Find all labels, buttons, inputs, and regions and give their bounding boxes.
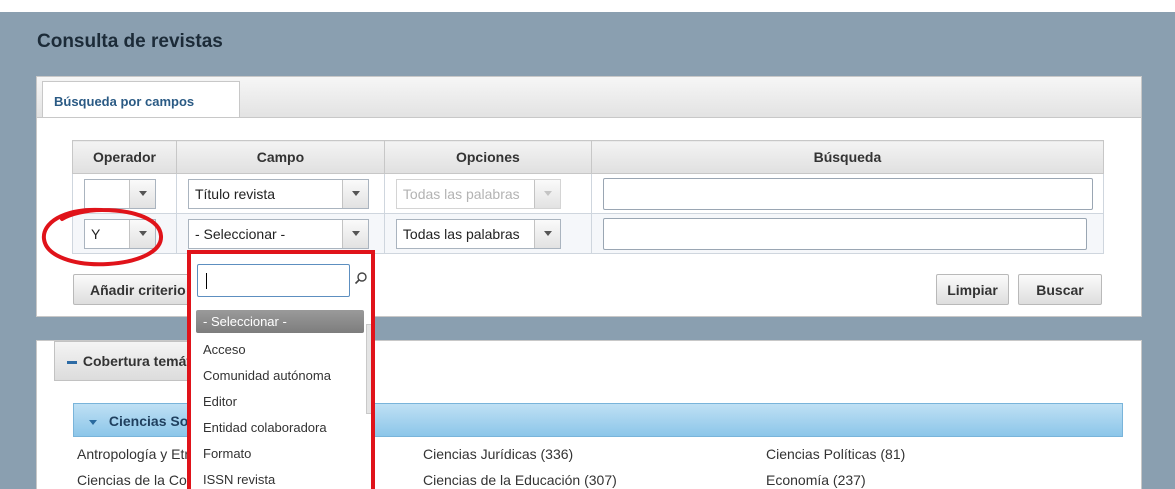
criteria-row: Y - Seleccionar - Todas las palabras <box>72 213 1105 254</box>
field-value: - Seleccionar - <box>194 225 286 242</box>
chevron-down-icon[interactable] <box>129 179 155 208</box>
chevron-down-icon <box>533 179 560 208</box>
options-value: Todas las palabras <box>402 185 520 202</box>
screen: Consulta de revistas Búsqueda por campos… <box>0 0 1175 489</box>
chevron-down-icon[interactable] <box>533 219 560 248</box>
category-link[interactable]: Ciencias Políticas (81) <box>766 446 905 462</box>
dropdown-scrollbar[interactable] <box>366 310 371 489</box>
search-button[interactable]: Buscar <box>1018 274 1102 305</box>
field-select[interactable]: - Seleccionar - <box>187 218 369 249</box>
chevron-down-icon <box>89 419 97 425</box>
options-select: Todas las palabras <box>395 178 561 209</box>
tab-strip: Búsqueda por campos <box>36 76 1142 119</box>
dropdown-option[interactable]: Acceso <box>196 336 364 362</box>
criteria-table: Operador Campo Opciones Búsqueda Título … <box>72 140 1105 254</box>
page-title: Consulta de revistas <box>37 31 223 52</box>
field-dropdown: - Seleccionar - Acceso Comunidad autónom… <box>187 250 375 489</box>
column-header-field: Campo <box>175 140 385 174</box>
criteria-row: Título revista Todas las palabras <box>72 173 1105 214</box>
chevron-down-icon[interactable] <box>341 179 368 208</box>
column-header-options: Opciones <box>383 140 592 174</box>
column-header-operator: Operador <box>72 140 177 174</box>
collapse-icon <box>67 360 77 364</box>
annotation-ellipse <box>41 207 163 267</box>
dropdown-option[interactable]: Entidad colaboradora <box>196 414 364 440</box>
operator-select[interactable] <box>84 178 156 209</box>
clear-button[interactable]: Limpiar <box>936 274 1009 305</box>
text-cursor <box>206 273 207 289</box>
dropdown-option[interactable]: Formato <box>196 440 364 466</box>
category-link[interactable]: Ciencias de la Educación (307) <box>423 472 617 488</box>
search-input[interactable] <box>602 177 1093 210</box>
search-input[interactable] <box>602 217 1087 250</box>
tab-busqueda-por-campos[interactable]: Búsqueda por campos <box>42 81 240 119</box>
scrollbar-thumb[interactable] <box>366 324 371 414</box>
category-link[interactable]: Economía (237) <box>766 472 866 488</box>
field-value: Título revista <box>194 185 276 202</box>
options-select[interactable]: Todas las palabras <box>395 218 561 249</box>
options-value: Todas las palabras <box>402 225 520 242</box>
dropdown-options: - Seleccionar - Acceso Comunidad autónom… <box>196 310 364 489</box>
criteria-header-row: Operador Campo Opciones Búsqueda <box>72 140 1105 174</box>
dropdown-option[interactable]: - Seleccionar - <box>196 310 364 333</box>
category-link[interactable]: Ciencias Jurídicas (336) <box>423 446 573 462</box>
dropdown-search-input[interactable] <box>197 264 350 297</box>
field-select[interactable]: Título revista <box>187 178 369 209</box>
search-icon[interactable] <box>354 271 368 285</box>
chevron-down-icon[interactable] <box>341 219 368 248</box>
dropdown-option[interactable]: Editor <box>196 388 364 414</box>
dropdown-option[interactable]: ISSN revista <box>196 466 364 489</box>
column-header-search: Búsqueda <box>590 140 1105 174</box>
dropdown-option[interactable]: Comunidad autónoma <box>196 362 364 388</box>
